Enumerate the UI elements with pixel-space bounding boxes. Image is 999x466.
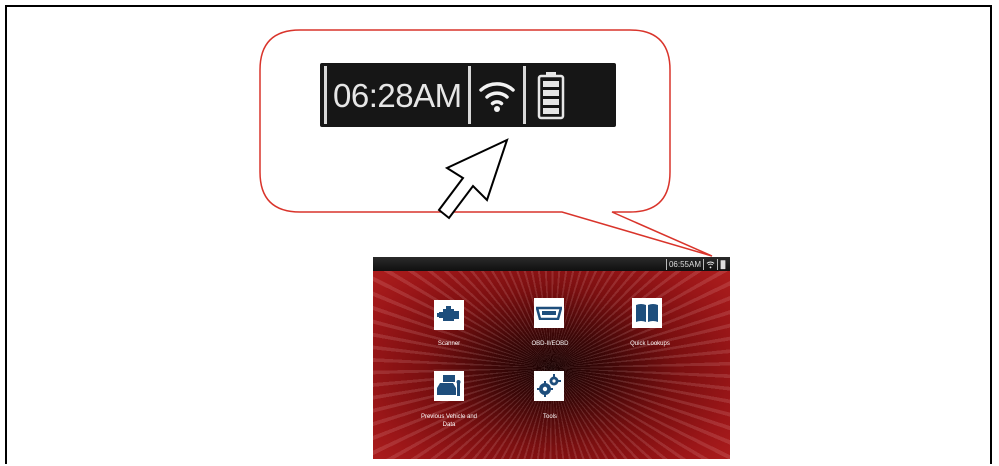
gears-icon bbox=[537, 374, 561, 397]
quick-lookups-label: Quick Lookups bbox=[630, 341, 670, 347]
battery-icon bbox=[718, 259, 728, 270]
obd-connector-icon bbox=[536, 306, 562, 320]
zoomed-status-bar: 06:28AM bbox=[320, 63, 616, 127]
tools-button[interactable] bbox=[534, 371, 564, 401]
quick-lookups-button[interactable] bbox=[632, 298, 662, 328]
scanner-button[interactable] bbox=[434, 300, 464, 330]
obd-eobd-label: OBD-II/EOBD bbox=[531, 341, 569, 347]
engine-icon bbox=[437, 306, 459, 321]
device-home-screen: 06:55AM Scanner OBD-II/EOBD Quick Lookup… bbox=[373, 257, 730, 459]
previous-vehicle-label: Previous Vehicle and Data bbox=[420, 414, 478, 428]
clock-time: 06:28AM bbox=[333, 76, 462, 114]
book-icon bbox=[636, 304, 658, 322]
battery-icon bbox=[526, 65, 576, 125]
previous-vehicle-button[interactable] bbox=[434, 371, 464, 401]
status-bar: 06:55AM bbox=[373, 257, 730, 271]
obd-eobd-button[interactable] bbox=[534, 298, 564, 328]
clock-time: 06:55AM bbox=[668, 259, 701, 269]
scanner-label: Scanner bbox=[437, 341, 461, 347]
status-indicators: 06:55AM bbox=[665, 258, 728, 270]
car-history-icon bbox=[437, 375, 461, 396]
arrow-pointer-icon bbox=[437, 138, 509, 220]
tools-label: Tools bbox=[542, 414, 557, 420]
wifi-icon bbox=[704, 260, 717, 269]
wifi-icon bbox=[471, 65, 523, 125]
